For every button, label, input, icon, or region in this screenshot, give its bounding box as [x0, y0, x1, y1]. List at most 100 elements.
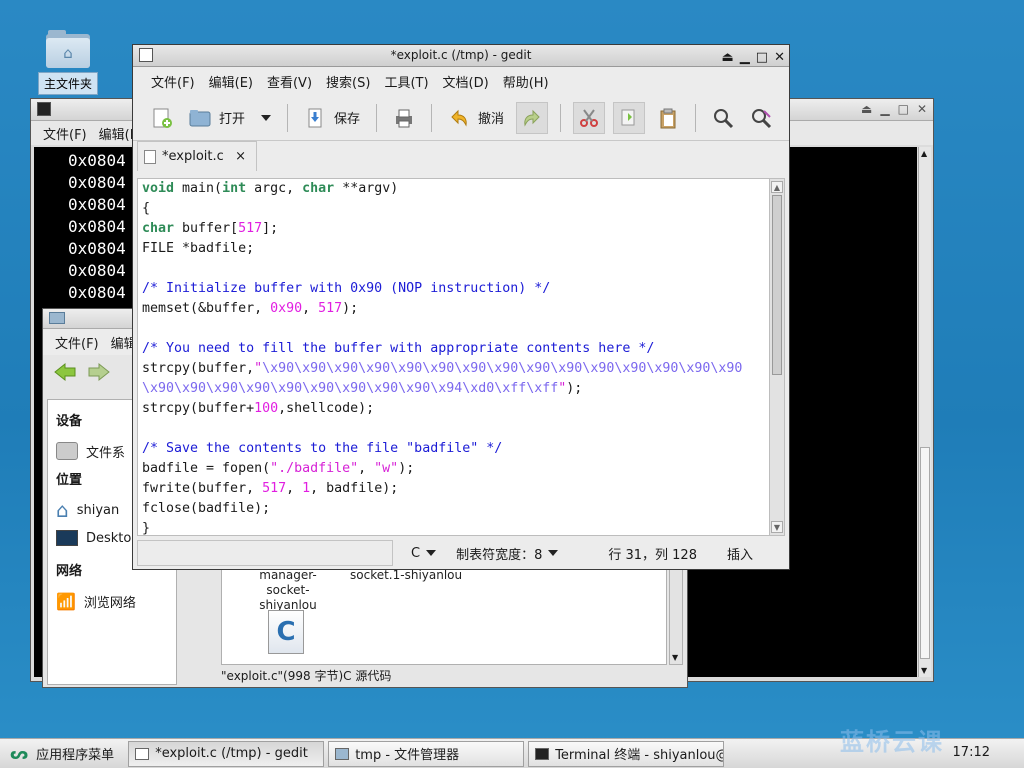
sidebar-label: Deskto [86, 530, 132, 546]
new-document-button[interactable] [147, 102, 177, 134]
editor-scrollbar[interactable]: ▲ ▼ [769, 178, 785, 536]
shade-icon[interactable]: ⏏ [861, 102, 872, 116]
task-label: *exploit.c (/tmp) - gedit [155, 746, 308, 761]
redo-button[interactable] [516, 101, 549, 134]
wifi-icon: 📶 [56, 591, 76, 611]
home-folder-label: 主文件夹 [38, 72, 98, 95]
close-icon[interactable]: ✕ [774, 47, 785, 68]
scroll-up-icon[interactable]: ▲ [771, 181, 783, 193]
task-label: tmp - 文件管理器 [355, 748, 460, 763]
terminal-scrollbar[interactable]: ▲ ▼ [918, 147, 931, 677]
language-label: C [411, 545, 421, 561]
code-line: strcpy(buffer,"\x90\x90\x90\x90\x90\x90\… [142, 361, 743, 376]
terminal-menu-file[interactable]: 文件(F) [43, 124, 87, 143]
back-arrow-icon[interactable] [53, 362, 77, 382]
scroll-down-icon[interactable]: ▼ [672, 653, 678, 662]
sidebar-label: shiyan [76, 502, 120, 518]
home-folder-desktop-icon[interactable]: ⌂ 主文件夹 [38, 30, 98, 95]
open-label: 打开 [219, 112, 246, 127]
sidebar-label: 浏览网络 [83, 595, 136, 611]
menu-documents[interactable]: 文档(D) [443, 72, 489, 91]
code-line: /* Initialize buffer with 0x90 (NOP inst… [142, 281, 551, 296]
file-item[interactable]: manager-socket-shiyanlou [238, 568, 338, 613]
scroll-down-icon[interactable]: ▼ [771, 521, 783, 533]
maximize-icon[interactable]: □ [756, 47, 768, 68]
save-button[interactable]: 保存 [300, 102, 364, 134]
menu-tools[interactable]: 工具(T) [384, 72, 428, 91]
terminal-icon [535, 747, 550, 760]
menu-help[interactable]: 帮助(H) [503, 72, 549, 91]
code-editor[interactable]: void main(int argc, char **argv) {char bu… [137, 178, 771, 536]
search-icon [714, 108, 734, 128]
forward-arrow-icon[interactable] [87, 362, 111, 382]
cursor-position: 行 31，列 128 [608, 547, 697, 563]
find-button[interactable] [708, 102, 738, 134]
watermark-logo: 蓝桥云课 [840, 728, 944, 756]
toolbar-separator [695, 103, 697, 132]
language-selector[interactable]: C [401, 546, 446, 561]
tab-width-label: 制表符宽度：8 [456, 547, 543, 563]
task-terminal[interactable]: Terminal 终端 - shiyanlou@... [528, 740, 725, 767]
scroll-up-icon[interactable]: ▲ [921, 149, 927, 158]
file-view-scrollbar[interactable]: ▼ [669, 567, 683, 665]
code-line: memset(&buffer, 0x90, 517); [142, 301, 359, 316]
chevron-down-icon [261, 114, 272, 121]
code-line: badfile = fopen("./badfile", "w"); [142, 461, 415, 476]
copy-button[interactable] [613, 101, 646, 134]
gedit-statusbar: C 制表符宽度：8 行 31，列 128 插入 [137, 538, 787, 568]
sidebar-item-browse-network[interactable]: 📶 浏览网络 [56, 587, 168, 615]
maximize-icon[interactable]: □ [898, 102, 909, 116]
code-line: FILE *badfile; [142, 241, 255, 256]
cut-button[interactable] [573, 101, 606, 134]
tab-exploit-c[interactable]: *exploit.c × [137, 141, 257, 171]
paste-button[interactable] [653, 102, 683, 134]
undo-button[interactable]: 撤消 [444, 102, 508, 134]
print-button[interactable] [389, 102, 419, 134]
apps-menu-label: 应用程序菜单 [36, 748, 115, 763]
folder-icon [189, 109, 211, 126]
chevron-down-icon [548, 550, 559, 556]
close-icon[interactable]: ✕ [917, 102, 927, 116]
scrollbar-thumb[interactable] [772, 195, 782, 375]
menu-edit[interactable]: 编辑(E) [209, 72, 253, 91]
file-view[interactable]: manager-socket-shiyanlou socket.1-shiyan… [221, 567, 667, 665]
toolbar-separator [376, 103, 378, 132]
applications-menu-button[interactable]: ᔕ 应用程序菜单 [0, 739, 124, 768]
recent-files-dropdown[interactable] [257, 102, 275, 134]
code-line: \x90\x90\x90\x90\x90\x90\x90\x90\x90\x94… [142, 381, 583, 396]
minimize-icon[interactable]: ▁ [880, 102, 889, 116]
replace-button[interactable] [746, 102, 776, 134]
file-item[interactable]: socket.1-shiyanlou [350, 568, 470, 583]
gedit-window[interactable]: *exploit.c (/tmp) - gedit ⏏ ▁ □ ✕ 文件(F) … [132, 44, 790, 570]
fm-menu-file[interactable]: 文件(F) [55, 333, 99, 352]
chevron-down-icon [426, 550, 437, 556]
folder-icon: ⌂ [46, 30, 90, 68]
menu-search[interactable]: 搜索(S) [326, 72, 370, 91]
task-gedit[interactable]: *exploit.c (/tmp) - gedit [128, 740, 325, 767]
open-button[interactable]: 打开 [185, 102, 249, 134]
scroll-down-icon[interactable]: ▼ [921, 666, 927, 675]
window-title: *exploit.c (/tmp) - gedit [390, 48, 532, 62]
tab-label: *exploit.c [162, 149, 224, 164]
code-line: fwrite(buffer, 517, 1, badfile); [142, 481, 399, 496]
tab-width-selector[interactable]: 制表符宽度：8 [446, 544, 568, 563]
find-replace-icon [752, 108, 772, 128]
home-icon: ⌂ [56, 498, 69, 522]
menu-view[interactable]: 查看(V) [267, 72, 312, 91]
c-source-file-icon[interactable]: C [268, 610, 304, 654]
menu-file[interactable]: 文件(F) [151, 72, 195, 91]
insert-mode: 插入 [726, 547, 753, 563]
code-line: fclose(badfile); [142, 501, 271, 516]
folder-icon [335, 747, 350, 760]
undo-icon [451, 109, 467, 127]
terminal-icon [37, 102, 51, 116]
shade-icon[interactable]: ⏏ [722, 47, 734, 68]
code-line: } [142, 521, 151, 536]
close-tab-icon[interactable]: × [235, 149, 246, 164]
task-file-manager[interactable]: tmp - 文件管理器 [328, 740, 525, 767]
gedit-titlebar[interactable]: *exploit.c (/tmp) - gedit ⏏ ▁ □ ✕ [133, 45, 789, 67]
minimize-icon[interactable]: ▁ [740, 47, 750, 68]
clock[interactable]: 17:12 [953, 745, 990, 760]
